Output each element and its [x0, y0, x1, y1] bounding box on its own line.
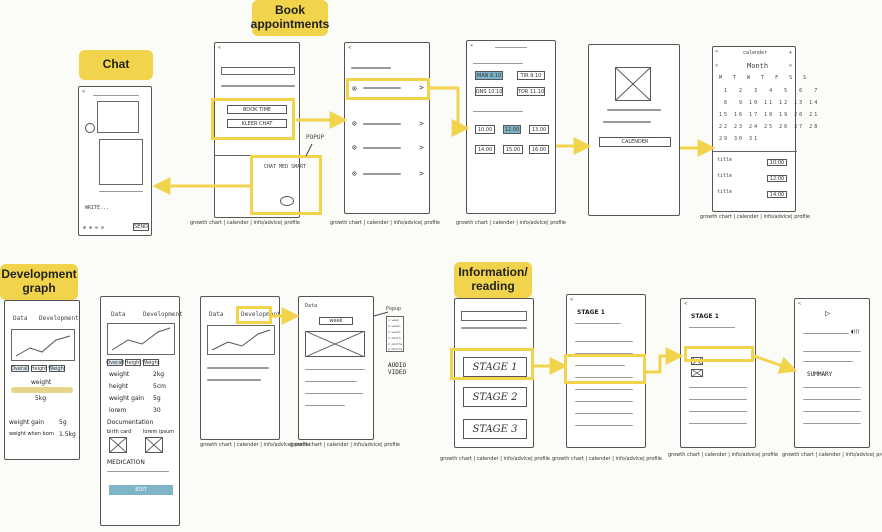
flow-arrows: [152, 86, 798, 375]
